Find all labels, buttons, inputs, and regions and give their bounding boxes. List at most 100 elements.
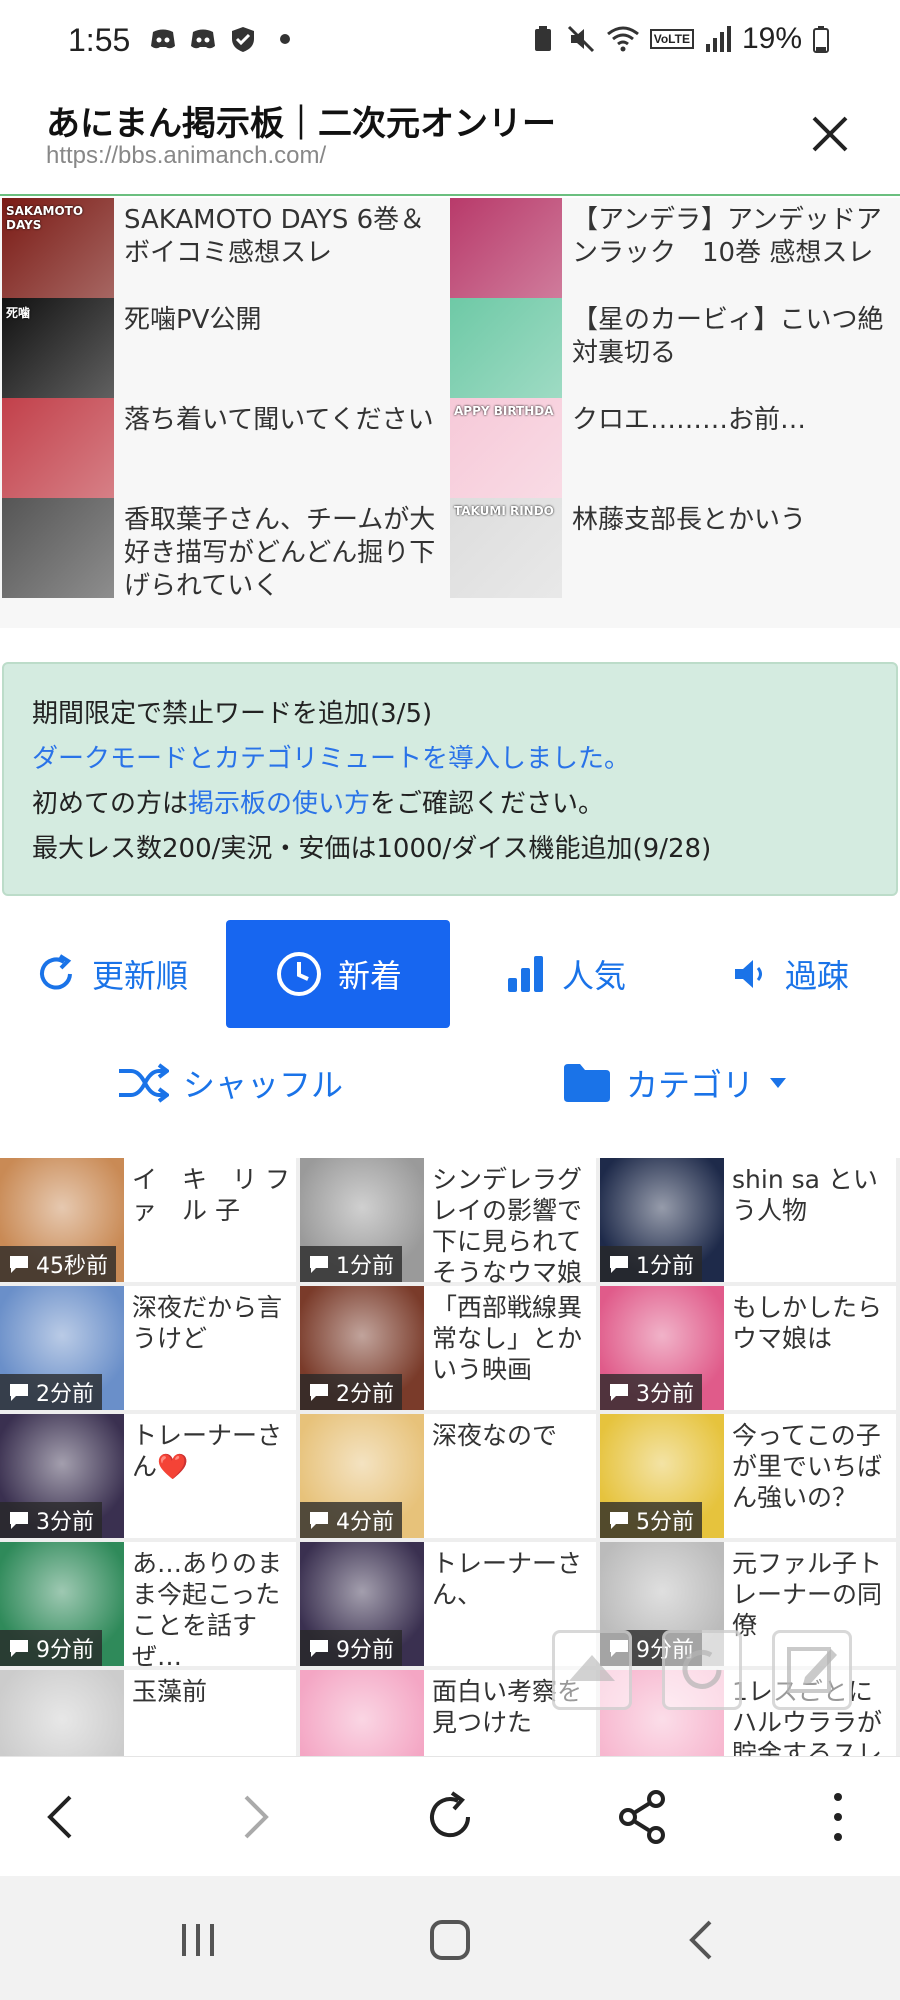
related-thread-item[interactable]: TAKUMI RINDO 林藤支部長とかいう xyxy=(450,498,890,598)
notice-line: 最大レス数200/実況・安価は1000/ダイス機能追加(9/28) xyxy=(32,834,712,864)
thread-card[interactable]: 9分前 あ…ありのまま今起こったことを話すぜ… xyxy=(0,1542,296,1671)
close-icon[interactable] xyxy=(800,104,860,164)
thumbnail-text: APPY BIRTHDA xyxy=(454,404,554,418)
thread-thumbnail xyxy=(2,398,114,498)
notification-icons xyxy=(148,24,290,54)
recent-apps-icon[interactable] xyxy=(170,1912,226,1968)
comment-icon xyxy=(310,1512,328,1529)
sort-new-label: 新着 xyxy=(337,957,402,995)
status-right: VoLTE 19% xyxy=(530,22,830,56)
thumbnail-text: TAKUMI RINDO xyxy=(454,504,554,518)
thread-card[interactable]: 3分前 もしかしたらウマ娘は xyxy=(600,1286,896,1410)
related-thread-item[interactable]: SAKAMOTO DAYS SAKAMOTO DAYS 6巻＆ボイコミ感想スレ xyxy=(2,198,442,298)
sort-new-button[interactable]: 新着 xyxy=(226,920,450,1028)
thread-thumbnail: 2分前 xyxy=(0,1286,124,1410)
time-label: 9分前 xyxy=(336,1638,394,1663)
home-icon[interactable] xyxy=(422,1912,478,1968)
related-thread-item[interactable]: 香取葉子さん、チームが大好き描写がどんどん掘り下げられていく xyxy=(2,498,442,601)
notice-line: 期間限定で禁止ワードを追加(3/5) xyxy=(32,699,433,729)
related-thread-item[interactable]: APPY BIRTHDA クロエ………お前… xyxy=(450,398,890,498)
comment-icon xyxy=(10,1384,28,1401)
thread-thumbnail xyxy=(300,1670,424,1758)
thread-card[interactable]: 1分前 シンデレラグレイの影響で下に見られてそうなウマ娘 xyxy=(300,1158,596,1287)
reload-float-button[interactable] xyxy=(662,1630,742,1710)
new-thread-button[interactable] xyxy=(772,1630,852,1710)
time-badge: 3分前 xyxy=(600,1374,702,1410)
comment-icon xyxy=(10,1256,28,1273)
back-icon[interactable] xyxy=(30,1785,94,1849)
sort-update-button[interactable]: 更新順 xyxy=(0,920,222,1028)
shuffle-button[interactable]: シャッフル xyxy=(100,1038,360,1128)
thread-card[interactable]: 4分前 深夜なので xyxy=(300,1414,596,1538)
time-label: 5分前 xyxy=(636,1510,694,1535)
scroll-top-button[interactable] xyxy=(552,1630,632,1710)
reload-icon[interactable] xyxy=(418,1785,482,1849)
related-thread-item[interactable]: 【アンデラ】アンデッドアンラック 10巻 感想スレ xyxy=(450,198,890,298)
time-label: 3分前 xyxy=(36,1510,94,1535)
thread-card[interactable]: 3分前 トレーナーさん❤️ xyxy=(0,1414,296,1538)
thread-thumbnail: 1分前 xyxy=(300,1158,424,1282)
sort-update-label: 更新順 xyxy=(91,957,188,995)
sort-old-button[interactable]: 過疎 xyxy=(680,920,900,1028)
related-thread-title: 【星のカービィ】こいつ絶対裏切る xyxy=(572,305,884,368)
sort-tabs-secondary: シャッフル カテゴリ xyxy=(0,1038,900,1128)
related-thread-title: 林藤支部長とかいう xyxy=(572,505,807,535)
system-back-icon[interactable] xyxy=(674,1912,730,1968)
thread-card[interactable]: 1分前 shin sa という人物 xyxy=(600,1158,896,1282)
time-badge: 1分前 xyxy=(300,1246,402,1282)
notice-text: 初めての方は xyxy=(32,789,189,819)
shuffle-icon xyxy=(118,1063,169,1103)
sort-popular-button[interactable]: 人気 xyxy=(454,920,676,1028)
speaker-icon xyxy=(734,960,762,988)
caret-down-icon xyxy=(770,1078,786,1088)
time-label: 1分前 xyxy=(636,1254,694,1279)
time-badge: 1分前 xyxy=(600,1246,702,1282)
thread-title: トレーナーさん❤️ xyxy=(132,1421,283,1481)
sort-tabs: 更新順 新着 人気 過疎 xyxy=(0,920,900,1030)
discord-icon xyxy=(191,29,215,49)
thread-thumbnail: TAKUMI RINDO xyxy=(450,498,562,598)
signal-icon xyxy=(705,26,731,52)
thumbnail-text: 死噛 xyxy=(6,306,31,320)
time-badge: 9分前 xyxy=(300,1630,402,1666)
edit-icon xyxy=(787,1647,837,1693)
time-badge: 3分前 xyxy=(0,1502,102,1538)
custom-tab-header: あにまん掲示板｜二次元オンリー https://bbs.animanch.com… xyxy=(0,84,900,196)
thread-thumbnail: 死噛 xyxy=(2,298,114,398)
thread-thumbnail: 2分前 xyxy=(300,1286,424,1410)
time-badge: 5分前 xyxy=(600,1502,702,1538)
volte-badge: VoLTE xyxy=(649,29,694,49)
thread-thumbnail: 9分前 xyxy=(300,1542,424,1666)
status-bar: 1:55 VoLTE 19% xyxy=(0,0,900,84)
thread-card[interactable]: 5分前 今ってこの子が里でいちばん強いの？ xyxy=(600,1414,896,1538)
more-vert-icon[interactable] xyxy=(806,1785,870,1849)
notice-link[interactable]: ダークモードとカテゴリミュートを導入しました。 xyxy=(32,737,868,782)
shield-check-icon xyxy=(232,27,254,52)
related-thread-item[interactable]: 死噛 死噛PV公開 xyxy=(2,298,442,398)
thread-thumbnail xyxy=(450,198,562,298)
related-thread-title: 落ち着いて聞いてください xyxy=(124,405,434,435)
time-badge: 9分前 xyxy=(0,1630,102,1666)
related-thread-item[interactable]: 落ち着いて聞いてください xyxy=(2,398,442,498)
thread-card[interactable]: 2分前 深夜だから言うけど xyxy=(0,1286,296,1410)
thread-card[interactable]: 45秒前 イ キ リ フ ァ ル 子 xyxy=(0,1158,315,1282)
thread-thumbnail: 3分前 xyxy=(600,1286,724,1410)
guide-link[interactable]: 掲示板の使い方 xyxy=(188,789,370,819)
comment-icon xyxy=(610,1512,628,1529)
wifi-icon xyxy=(606,26,639,52)
share-icon[interactable] xyxy=(610,1785,674,1849)
page-title: あにまん掲示板｜二次元オンリー xyxy=(46,104,556,144)
thread-thumbnail: APPY BIRTHDA xyxy=(450,398,562,498)
time-label: 9分前 xyxy=(36,1638,94,1663)
category-button[interactable]: カテゴリ xyxy=(550,1038,800,1128)
browser-toolbar xyxy=(0,1756,900,1876)
battery-saver-icon xyxy=(534,26,551,51)
time-badge: 2分前 xyxy=(300,1374,402,1410)
forward-icon[interactable] xyxy=(222,1785,286,1849)
time-label: 2分前 xyxy=(336,1382,394,1407)
related-thread-item[interactable]: 【星のカービィ】こいつ絶対裏切る xyxy=(450,298,890,398)
reload-icon xyxy=(682,1649,722,1689)
related-thread-title: SAKAMOTO DAYS 6巻＆ボイコミ感想スレ xyxy=(124,205,426,268)
thread-card[interactable]: 玉藻前 xyxy=(0,1670,296,1758)
thread-card[interactable]: 2分前 「西部戦線異常なし」とかいう映画 xyxy=(300,1286,596,1410)
